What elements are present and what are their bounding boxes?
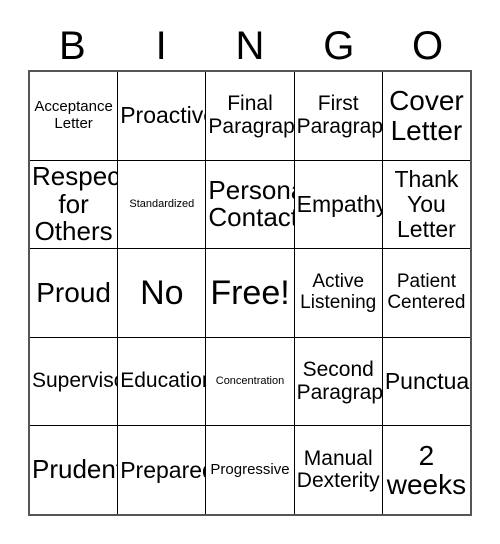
- bingo-cell[interactable]: 2 weeks: [382, 426, 471, 514]
- bingo-header-letter-b: B: [59, 24, 86, 68]
- bingo-cell-label: Standardized: [129, 198, 195, 211]
- bingo-cell[interactable]: Punctual: [382, 337, 471, 426]
- bingo-cell-label: Proud: [36, 277, 111, 309]
- bingo-cell[interactable]: Patient Centered: [382, 249, 471, 337]
- bingo-header-row: B I N G O: [28, 20, 472, 68]
- bingo-cell-label: Punctual: [384, 368, 471, 395]
- bingo-cell-label: Final Paragraph: [208, 92, 295, 138]
- bingo-row: Acceptance Letter Proactive Final Paragr…: [30, 72, 471, 161]
- bingo-row: Prudent Prepared Progressive Manual Dext…: [30, 426, 471, 514]
- bingo-cell-label: Prepared: [120, 456, 207, 483]
- bingo-cell[interactable]: Respect for Others: [30, 160, 119, 249]
- bingo-cell-label: Acceptance Letter: [34, 98, 113, 132]
- bingo-row: Proud No Free! Active Listening Patient …: [30, 249, 471, 338]
- bingo-card: B I N G O Acceptance Letter Proactive Fi…: [0, 0, 500, 544]
- bingo-cell[interactable]: Final Paragraph: [206, 72, 295, 160]
- bingo-cell-label: 2 weeks: [386, 439, 467, 501]
- bingo-cell-label: Education: [120, 369, 207, 393]
- bingo-cell-label: Prudent: [32, 454, 119, 485]
- bingo-cell[interactable]: Standardized: [118, 160, 207, 249]
- bingo-cell-label: Free!: [210, 273, 290, 312]
- bingo-cell[interactable]: Thank You Letter: [382, 160, 471, 249]
- bingo-cell-label: Personal Contacts: [208, 174, 293, 233]
- bingo-cell[interactable]: Prepared: [118, 426, 207, 514]
- bingo-cell[interactable]: Progressive: [206, 426, 295, 514]
- bingo-cell-label: Thank You Letter: [394, 166, 459, 242]
- bingo-cell-free[interactable]: Free!: [206, 249, 295, 337]
- bingo-header-letter-n: N: [235, 24, 265, 68]
- bingo-cell-label: Proactive: [120, 102, 205, 129]
- bingo-cell-label: Patient Centered: [387, 271, 466, 313]
- bingo-cell-label: Progressive: [210, 460, 290, 478]
- bingo-cell-label: No: [140, 273, 184, 312]
- bingo-cell-label: Concentration: [215, 375, 285, 388]
- bingo-cell[interactable]: Second Paragraph: [294, 337, 383, 426]
- bingo-cell[interactable]: Concentration: [206, 337, 295, 426]
- bingo-cell[interactable]: Active Listening: [294, 249, 383, 337]
- bingo-cell-label: Manual Dexterity: [296, 446, 380, 493]
- bingo-cell[interactable]: Supervisor: [30, 337, 119, 426]
- bingo-cell-label: Respect for Others: [32, 161, 119, 247]
- bingo-cell[interactable]: Education: [118, 337, 207, 426]
- bingo-cell-label: Second Paragraph: [296, 357, 383, 404]
- bingo-cell[interactable]: Empathy: [294, 160, 383, 249]
- bingo-cell[interactable]: First Paragraph: [294, 72, 383, 160]
- bingo-row: Respect for Others Standardized Personal…: [30, 160, 471, 250]
- bingo-cell[interactable]: No: [118, 249, 207, 337]
- bingo-cell[interactable]: Manual Dexterity: [294, 426, 383, 514]
- bingo-header-letter-i: I: [155, 24, 167, 68]
- bingo-cell-label: First Paragraph: [296, 92, 383, 138]
- bingo-cell-label: Cover Letter: [389, 85, 464, 146]
- bingo-header-letter-g: G: [323, 24, 355, 68]
- bingo-cell-label: Active Listening: [300, 271, 377, 313]
- bingo-header-letter-o: O: [412, 24, 444, 68]
- bingo-cell-label: Empathy: [296, 190, 383, 217]
- bingo-cell[interactable]: Proactive: [118, 72, 207, 160]
- bingo-cell[interactable]: Acceptance Letter: [30, 72, 119, 160]
- bingo-cell[interactable]: Personal Contacts: [206, 160, 295, 249]
- bingo-grid: Acceptance Letter Proactive Final Paragr…: [28, 70, 472, 516]
- bingo-cell[interactable]: Prudent: [30, 426, 119, 514]
- bingo-cell-label: Supervisor: [32, 369, 117, 393]
- bingo-cell[interactable]: Cover Letter: [382, 72, 471, 160]
- bingo-cell[interactable]: Proud: [30, 249, 119, 337]
- bingo-row: Supervisor Education Concentration Secon…: [30, 337, 471, 427]
